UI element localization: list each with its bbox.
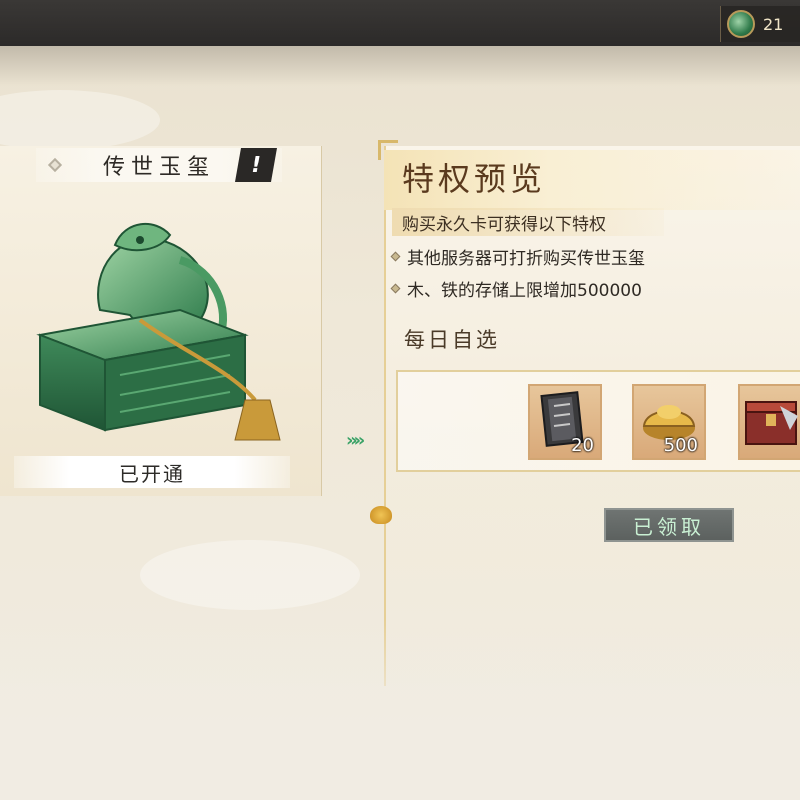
jade-dragon-coin-icon [727, 10, 755, 38]
exclamation-icon: ! [248, 152, 264, 178]
reward-item-gold-ingot[interactable]: 500 [632, 384, 706, 460]
benefit-item: 其他服务器可打折购买传世玉玺 [390, 244, 645, 269]
diamond-ornament-icon [47, 157, 63, 173]
corner-ornament-icon [378, 140, 398, 160]
benefit-item: 木、铁的存储上限增加500000 [390, 276, 642, 301]
seal-title: 传世玉玺 [102, 155, 215, 180]
cloud-decoration [140, 540, 360, 610]
top-bar-shadow [0, 46, 800, 86]
claimed-button[interactable]: 已领取 [604, 508, 734, 542]
privilege-subtitle-text: 购买永久卡可获得以下特权 [402, 214, 606, 235]
cloud-decoration [0, 90, 160, 150]
benefit-text: 其他服务器可打折购买传世玉玺 [407, 249, 645, 269]
privilege-subtitle: 购买永久卡可获得以下特权 [392, 208, 664, 236]
item-quantity: 500 [663, 435, 698, 456]
info-button[interactable]: ! [235, 148, 277, 182]
gold-knot-ornament-icon [370, 506, 392, 524]
privilege-title: 特权预览 [402, 160, 547, 198]
currency-display[interactable]: 21 [720, 6, 800, 42]
jade-seal-image [36, 222, 281, 441]
currency-value: 21 [763, 14, 784, 34]
reward-item-token-book[interactable]: 20 [528, 384, 602, 460]
double-chevron-right-icon: »» [346, 430, 365, 451]
claimed-button-label: 已领取 [633, 514, 705, 539]
bullet-diamond-icon [390, 251, 401, 262]
item-quantity: 20 [571, 435, 594, 456]
top-bar [0, 0, 800, 46]
benefit-text: 木、铁的存储上限增加500000 [407, 281, 642, 301]
activation-status-label: 已开通 [119, 461, 185, 486]
bottom-fade [0, 620, 800, 800]
bullet-diamond-icon [390, 283, 401, 294]
treasure-chest-icon [745, 401, 798, 445]
daily-choice-label: 每日自选 [404, 328, 500, 352]
reward-item-treasure-chest[interactable] [738, 384, 800, 460]
activation-status: 已开通 [14, 456, 290, 488]
